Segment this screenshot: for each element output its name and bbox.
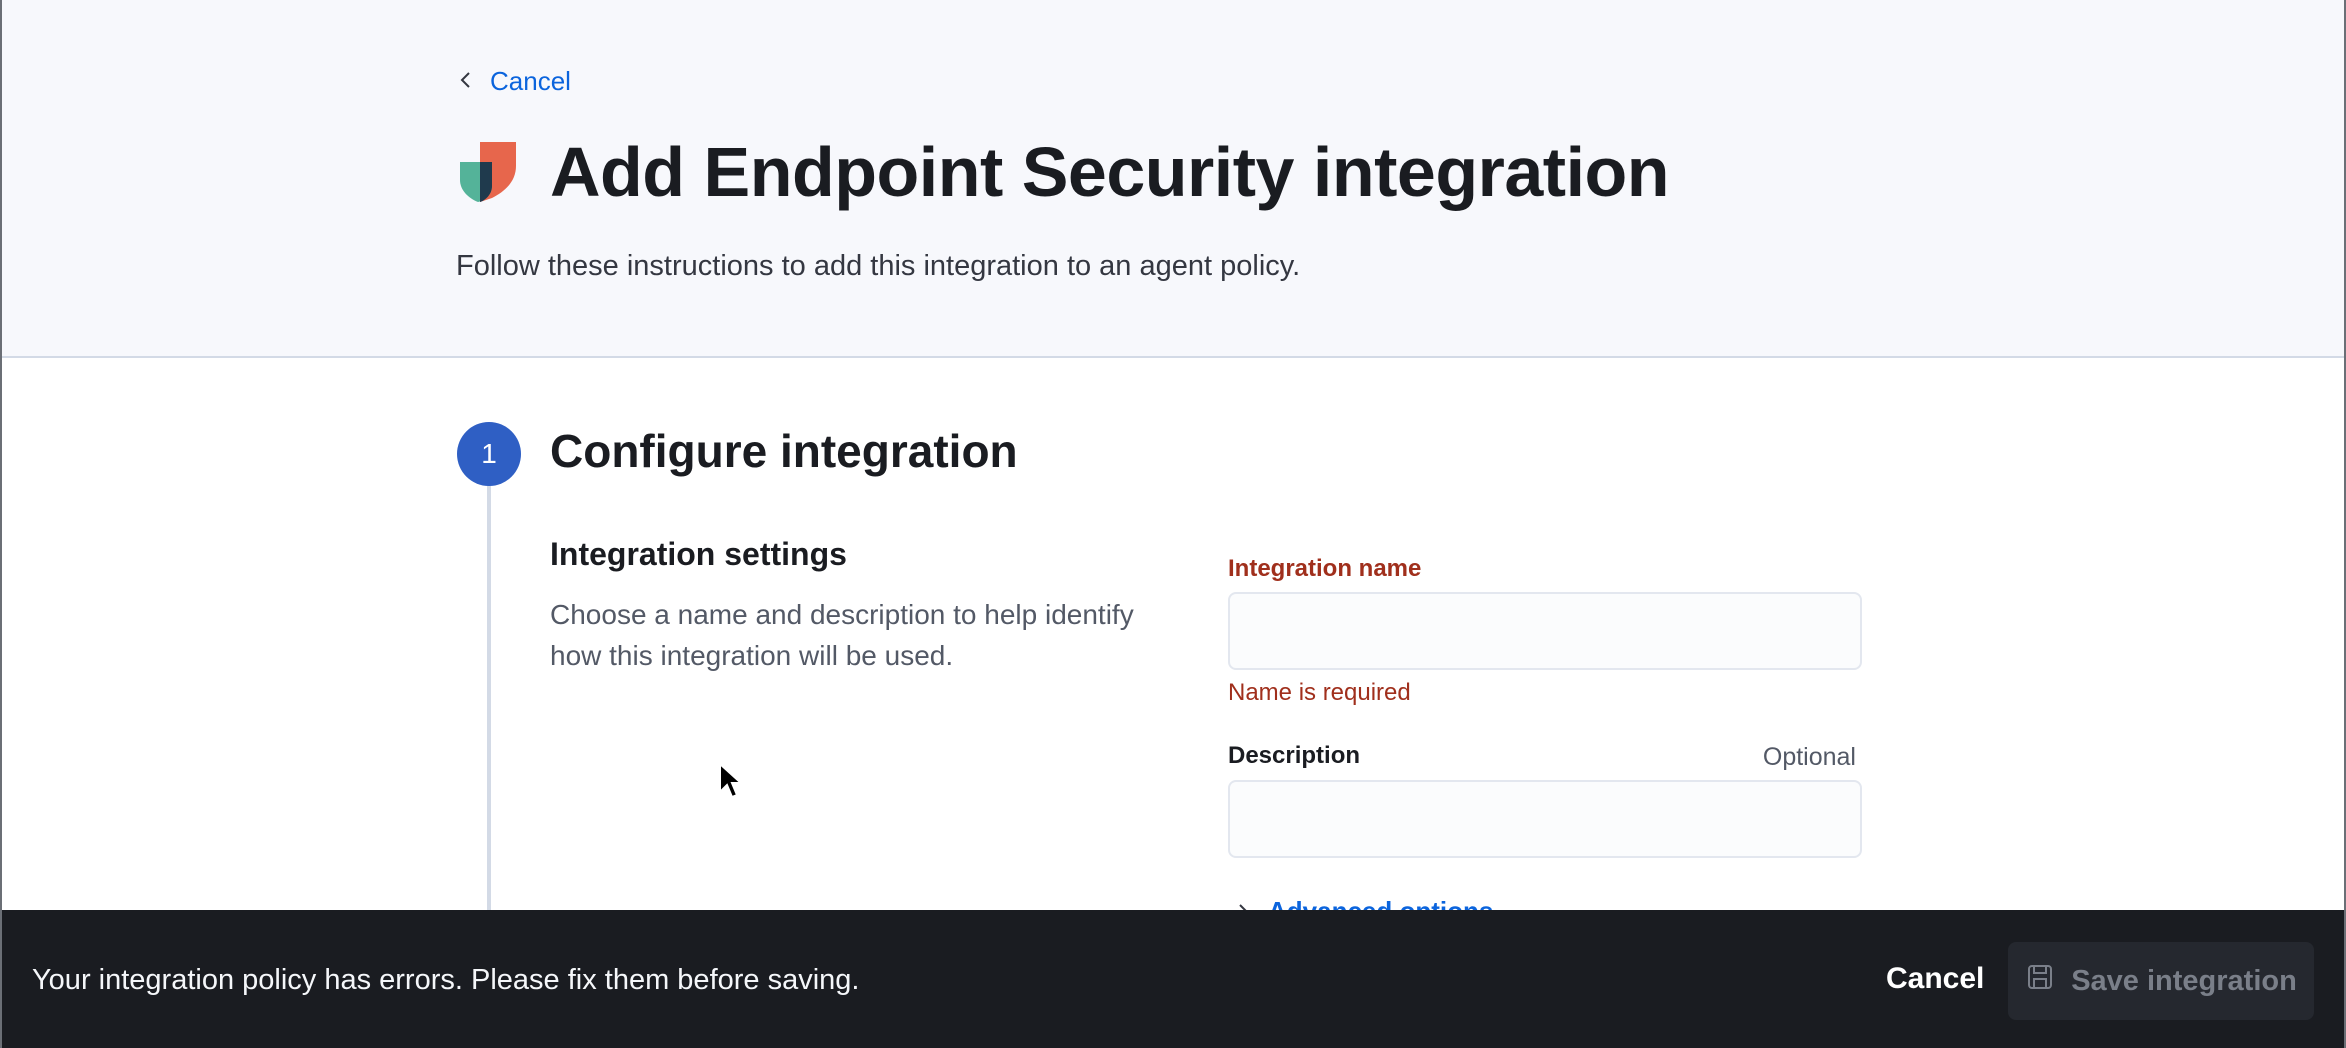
description-optional-hint: Optional (1762, 743, 1856, 771)
cancel-link-label: Cancel (490, 66, 571, 96)
integration-name-error: Name is required (1228, 679, 1411, 706)
error-summary-message: Your integration policy has errors. Plea… (32, 964, 860, 996)
description-input[interactable] (1228, 780, 1862, 858)
bottom-cancel-button[interactable]: Cancel (1886, 962, 1984, 996)
integration-name-label: Integration name (1228, 555, 1422, 582)
chevron-left-icon (456, 66, 476, 97)
step-connector-line (487, 478, 491, 918)
page-header: Cancel Add Endpoint Security integration… (2, 0, 2344, 358)
settings-section-title: Integration settings (550, 536, 847, 572)
integration-name-input[interactable] (1228, 592, 1862, 670)
mouse-cursor-icon (718, 761, 744, 800)
settings-section-description: Choose a name and description to help id… (550, 599, 1134, 671)
endpoint-security-logo-icon (460, 142, 516, 202)
save-integration-button[interactable]: Save integration (2008, 942, 2314, 1020)
step-number-badge: 1 (457, 422, 521, 486)
title-row: Add Endpoint Security integration (460, 132, 1670, 212)
save-icon (2025, 962, 2055, 1000)
app-window: Cancel Add Endpoint Security integration… (0, 0, 2346, 1048)
cancel-link[interactable]: Cancel (456, 66, 571, 97)
save-integration-label: Save integration (2071, 964, 2297, 997)
page-title: Add Endpoint Security integration (550, 133, 1670, 211)
description-label: Description (1228, 742, 1361, 769)
step-title: Configure integration (550, 425, 1018, 477)
bottom-action-bar: Your integration policy has errors. Plea… (2, 910, 2344, 1048)
page-subtitle: Follow these instructions to add this in… (456, 250, 1301, 282)
